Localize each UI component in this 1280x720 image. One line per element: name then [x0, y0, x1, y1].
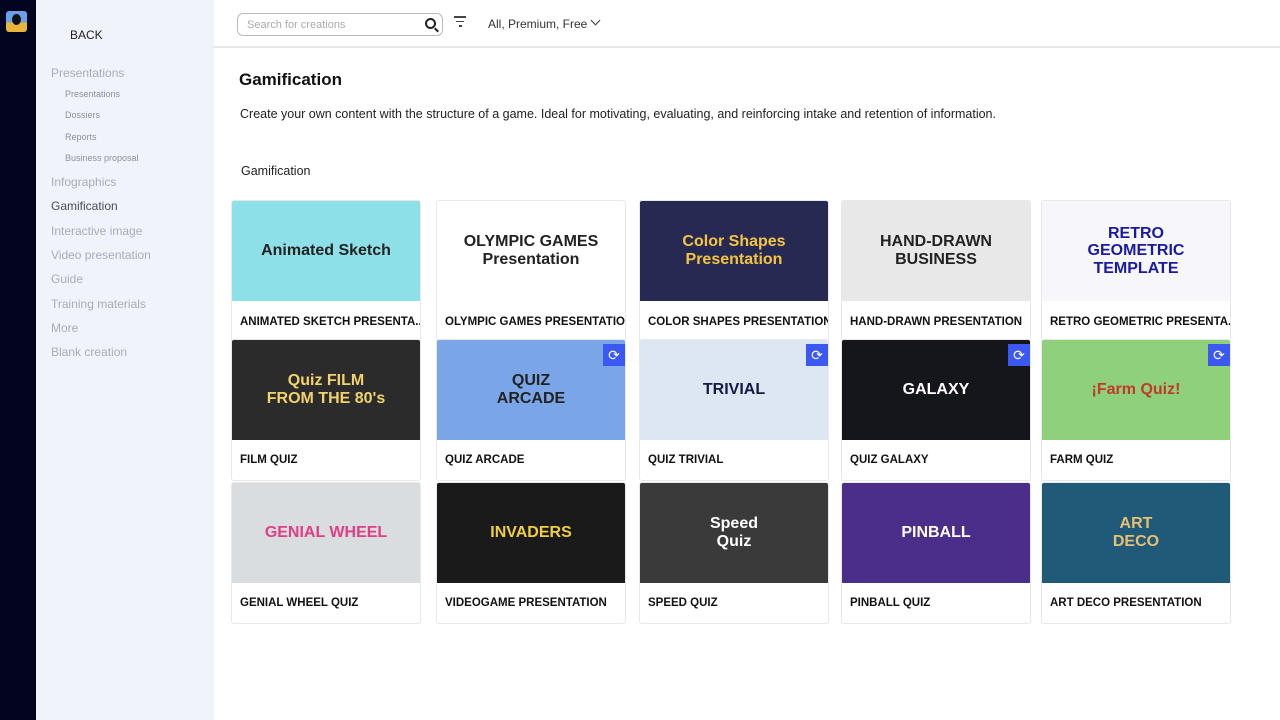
template-thumbnail[interactable]: ¡Farm Quiz!	[1042, 340, 1230, 440]
template-title[interactable]: QUIZ GALAXY	[850, 454, 1030, 466]
template-thumbnail[interactable]: OLYMPIC GAMES Presentation	[437, 201, 625, 301]
template-title[interactable]: VIDEOGAME PRESENTATION	[445, 597, 625, 609]
page-description: Create your own content with the structu…	[240, 107, 996, 121]
sync-icon[interactable]: ⟳	[1008, 344, 1030, 366]
template-thumbnail[interactable]: INVADERS	[437, 483, 625, 583]
template-title[interactable]: HAND-DRAWN PRESENTATION	[850, 316, 1030, 328]
template-title[interactable]: QUIZ TRIVIAL	[648, 454, 828, 466]
template-card[interactable]: Speed Quiz SPEED QUIZ	[639, 482, 829, 624]
template-card[interactable]: GENIAL WHEEL GENIAL WHEEL QUIZ	[231, 482, 421, 624]
template-title[interactable]: GENIAL WHEEL QUIZ	[240, 597, 420, 609]
template-thumbnail[interactable]: TRIVIAL	[640, 340, 828, 440]
template-card[interactable]: ¡Farm Quiz! ⟳ FARM QUIZ	[1041, 339, 1231, 481]
app-rail	[0, 0, 36, 720]
template-thumbnail[interactable]: RETRO GEOMETRIC TEMPLATE	[1042, 201, 1230, 301]
template-thumbnail[interactable]: Quiz FILM FROM THE 80's	[232, 340, 420, 440]
template-card[interactable]: OLYMPIC GAMES Presentation OLYMPIC GAMES …	[436, 200, 626, 342]
sync-icon[interactable]: ⟳	[1208, 344, 1230, 366]
sidebar-item-reports[interactable]: Reports	[65, 132, 97, 142]
template-card[interactable]: Quiz FILM FROM THE 80's FILM QUIZ	[231, 339, 421, 481]
search-placeholder: Search for creations	[247, 19, 346, 31]
search-input[interactable]: Search for creations	[237, 13, 443, 36]
template-title[interactable]: ANIMATED SKETCH PRESENTA...	[240, 316, 420, 328]
plan-filter-dropdown[interactable]: All, Premium, Free	[488, 17, 587, 31]
template-thumbnail[interactable]: Animated Sketch	[232, 201, 420, 301]
template-title[interactable]: SPEED QUIZ	[648, 597, 828, 609]
sidebar-item-blank-creation[interactable]: Blank creation	[51, 345, 127, 359]
sidebar-item-business-proposal[interactable]: Business proposal	[65, 153, 139, 163]
back-button[interactable]: BACK	[70, 28, 103, 42]
search-icon[interactable]	[425, 18, 436, 29]
template-card[interactable]: RETRO GEOMETRIC TEMPLATE RETRO GEOMETRIC …	[1041, 200, 1231, 342]
section-title: Gamification	[241, 164, 311, 178]
template-card[interactable]: Color Shapes Presentation COLOR SHAPES PR…	[639, 200, 829, 342]
template-title[interactable]: PINBALL QUIZ	[850, 597, 1030, 609]
sidebar-item-infographics[interactable]: Infographics	[51, 175, 116, 189]
template-title[interactable]: OLYMPIC GAMES PRESENTATION	[445, 316, 625, 328]
template-thumbnail[interactable]: Color Shapes Presentation	[640, 201, 828, 301]
template-thumbnail[interactable]: GENIAL WHEEL	[232, 483, 420, 583]
template-card[interactable]: PINBALL PINBALL QUIZ	[841, 482, 1031, 624]
template-title[interactable]: FARM QUIZ	[1050, 454, 1230, 466]
sidebar-item-more[interactable]: More	[51, 321, 78, 335]
template-card[interactable]: QUIZ ARCADE ⟳ QUIZ ARCADE	[436, 339, 626, 481]
template-thumbnail[interactable]: PINBALL	[842, 483, 1030, 583]
template-card[interactable]: HAND-DRAWN BUSINESS HAND-DRAWN PRESENTATI…	[841, 200, 1031, 342]
filter-icon[interactable]	[454, 16, 466, 28]
sidebar-item-gamification[interactable]: Gamification	[51, 199, 118, 213]
page-title: Gamification	[239, 70, 342, 89]
template-title[interactable]: QUIZ ARCADE	[445, 454, 625, 466]
template-card[interactable]: INVADERS VIDEOGAME PRESENTATION	[436, 482, 626, 624]
template-title[interactable]: RETRO GEOMETRIC PRESENTA...	[1050, 316, 1230, 328]
sidebar-item-training-materials[interactable]: Training materials	[51, 297, 146, 311]
sync-icon[interactable]: ⟳	[806, 344, 828, 366]
chevron-down-icon[interactable]	[590, 15, 601, 26]
template-card[interactable]: TRIVIAL ⟳ QUIZ TRIVIAL	[639, 339, 829, 481]
toolbar: Search for creations All, Premium, Free	[214, 0, 1280, 48]
template-card[interactable]: GALAXY ⟳ QUIZ GALAXY	[841, 339, 1031, 481]
sidebar-item-dossiers[interactable]: Dossiers	[65, 110, 100, 120]
template-thumbnail[interactable]: QUIZ ARCADE	[437, 340, 625, 440]
template-thumbnail[interactable]: ART DECO	[1042, 483, 1230, 583]
sidebar-item-presentations[interactable]: Presentations	[65, 89, 120, 99]
sidebar-item-video-presentation[interactable]: Video presentation	[51, 248, 151, 262]
template-thumbnail[interactable]: GALAXY	[842, 340, 1030, 440]
sidebar-item-presentations[interactable]: Presentations	[51, 66, 124, 80]
sidebar-item-interactive-image[interactable]: Interactive image	[51, 224, 142, 238]
template-card[interactable]: Animated Sketch ANIMATED SKETCH PRESENTA.…	[231, 200, 421, 342]
template-title[interactable]: FILM QUIZ	[240, 454, 420, 466]
template-card[interactable]: ART DECO ART DECO PRESENTATION	[1041, 482, 1231, 624]
app-logo[interactable]	[6, 11, 27, 32]
sync-icon[interactable]: ⟳	[603, 344, 625, 366]
template-thumbnail[interactable]: Speed Quiz	[640, 483, 828, 583]
sidebar: BACK Presentations Presentations Dossiers R…	[36, 0, 214, 720]
template-title[interactable]: COLOR SHAPES PRESENTATION	[648, 316, 828, 328]
template-thumbnail[interactable]: HAND-DRAWN BUSINESS	[842, 201, 1030, 301]
sidebar-item-guide[interactable]: Guide	[51, 272, 83, 286]
template-title[interactable]: ART DECO PRESENTATION	[1050, 597, 1230, 609]
